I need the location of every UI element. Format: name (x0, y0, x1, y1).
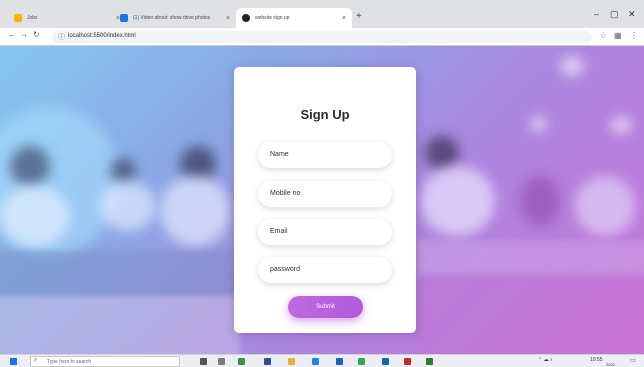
bookmark-star-icon[interactable]: ☆ (600, 31, 607, 40)
tray-icons[interactable]: ⌃ ☁ ♪ (538, 357, 552, 363)
new-tab-icon[interactable]: + (356, 11, 362, 22)
extensions-icon[interactable]: ▦ (614, 31, 622, 40)
background-person-body (100, 181, 156, 231)
background-person-body (160, 176, 230, 246)
background-person (520, 176, 560, 226)
page-favicon-icon (242, 14, 250, 22)
notifications-icon[interactable]: ▭ (630, 357, 636, 364)
background-person-head (110, 158, 136, 184)
tab-title: (1) Video about: show drive photos (133, 15, 211, 21)
name-field[interactable]: Name (258, 142, 392, 168)
background-floor (416, 276, 644, 354)
password-field[interactable]: password (258, 257, 392, 283)
browser-tab-strip: Jobs × (1) Video about: show drive photo… (0, 0, 644, 28)
clock-date[interactable]: 2022 (606, 362, 615, 367)
background-light (610, 116, 632, 134)
back-icon[interactable]: ← (8, 30, 16, 39)
email-placeholder: Email (270, 228, 288, 235)
tab-title: website sign up (255, 15, 290, 21)
url-text: localhost:5500/index.html (68, 33, 136, 39)
page-title: Sign Up (300, 107, 350, 122)
close-tab-icon[interactable]: × (342, 15, 346, 22)
background-person-body (0, 186, 70, 246)
browser-tab-active[interactable]: website sign up × (236, 8, 352, 28)
vscode-icon[interactable] (382, 358, 389, 365)
maximize-icon[interactable]: ▢ (610, 9, 619, 20)
tab-title: Jobs (27, 15, 38, 21)
taskbar-app-icon[interactable] (404, 358, 411, 365)
background-person-head (425, 136, 459, 170)
mobile-field[interactable]: Mobile no (258, 181, 392, 207)
task-view-icon[interactable] (218, 358, 225, 365)
reload-icon[interactable]: ↻ (33, 30, 40, 39)
background-light (560, 56, 584, 76)
minimize-icon[interactable]: – (594, 9, 599, 19)
background-desk (416, 241, 644, 275)
windows-taskbar: ⌕ Type here to search ⌃ ☁ ♪ 10:55 2022 ▭ (0, 354, 644, 367)
edge-icon[interactable] (312, 358, 319, 365)
browser-toolbar: ← → ↻ ⓘ localhost:5500/index.html ☆ ▦ ⋮ (0, 28, 644, 46)
taskbar-app-icon[interactable] (264, 358, 271, 365)
password-placeholder: password (270, 266, 300, 273)
background-person (575, 176, 635, 236)
address-bar[interactable]: ⓘ localhost:5500/index.html (52, 31, 592, 43)
browser-tab-2[interactable]: (1) Video about: show drive photos × (114, 8, 236, 28)
close-window-icon[interactable]: ✕ (628, 9, 636, 20)
taskbar-app-icon[interactable] (336, 358, 343, 365)
background-light (530, 116, 548, 132)
submit-button[interactable]: Submit (288, 296, 363, 318)
background-floor (0, 296, 240, 354)
site-info-icon[interactable]: ⓘ (58, 32, 65, 42)
background-person-head (10, 146, 50, 186)
search-icon: ⌕ (34, 357, 38, 363)
page-background: Sign Up Name Mobile no Email password Su… (0, 46, 644, 354)
taskbar-app-icon[interactable] (238, 358, 245, 365)
browser-tab-1[interactable]: Jobs × (8, 8, 126, 28)
windows-start-icon[interactable] (10, 358, 17, 365)
file-explorer-icon[interactable] (288, 358, 295, 365)
cortana-icon[interactable] (200, 358, 207, 365)
mobile-placeholder: Mobile no (270, 190, 301, 197)
name-placeholder: Name (270, 151, 289, 158)
close-tab-icon[interactable]: × (226, 15, 230, 22)
background-desk (0, 251, 240, 297)
video-favicon-icon (120, 14, 128, 22)
search-placeholder: Type here to search (47, 359, 92, 365)
forward-icon[interactable]: → (20, 30, 28, 39)
clock-time[interactable]: 10:55 (590, 357, 603, 363)
taskbar-app-icon[interactable] (426, 358, 433, 365)
jobs-favicon-icon (14, 14, 22, 22)
email-field[interactable]: Email (258, 219, 392, 245)
menu-dots-icon[interactable]: ⋮ (630, 31, 638, 40)
signup-card: Sign Up Name Mobile no Email password Su… (234, 67, 416, 333)
chrome-icon[interactable] (358, 358, 365, 365)
background-person-body (420, 166, 495, 236)
taskbar-search-box[interactable]: ⌕ Type here to search (30, 356, 180, 367)
